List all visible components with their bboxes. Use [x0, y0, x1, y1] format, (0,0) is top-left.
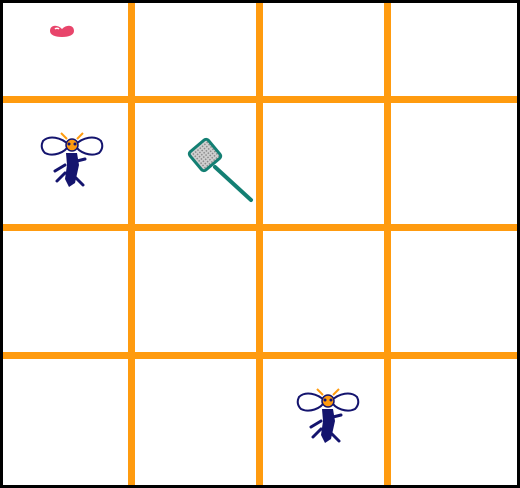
grid-cell-r0-c0[interactable]: [3, 3, 128, 96]
game-board: [0, 0, 520, 488]
grid-cell-r2-c1[interactable]: [135, 231, 256, 352]
grid-cell-r0-c2[interactable]: [263, 3, 384, 96]
grid-cell-r1-c2[interactable]: [263, 103, 384, 224]
grid-cell-r2-c3[interactable]: [391, 231, 517, 352]
grid-cell-r0-c3[interactable]: [391, 3, 517, 96]
grid-cell-r2-c0[interactable]: [3, 231, 128, 352]
grid-cell-r2-c2[interactable]: [263, 231, 384, 352]
grid-line-vertical: [256, 3, 263, 485]
grid-line-horizontal: [3, 96, 517, 103]
grid-cell-r1-c3[interactable]: [391, 103, 517, 224]
grid-line-vertical: [128, 3, 135, 485]
fly-icon[interactable]: [295, 387, 361, 451]
grid-cell-r3-c0[interactable]: [3, 359, 128, 485]
grid-line-horizontal: [3, 224, 517, 231]
fly-swatter-icon[interactable]: [187, 137, 257, 205]
grid-cell-r3-c1[interactable]: [135, 359, 256, 485]
grid-line-horizontal: [3, 352, 517, 359]
grid-cell-r3-c3[interactable]: [391, 359, 517, 485]
fly-icon[interactable]: [39, 131, 105, 195]
heart-icon: [50, 25, 74, 37]
grid-cell-r0-c1[interactable]: [135, 3, 256, 96]
grid-line-vertical: [384, 3, 391, 485]
